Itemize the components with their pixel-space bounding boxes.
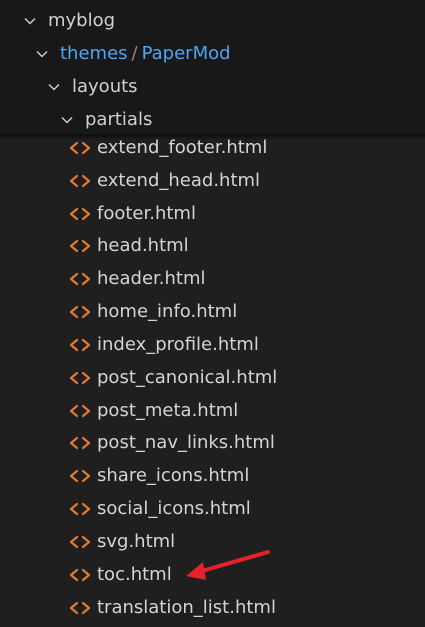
chevron-down-icon <box>46 79 62 95</box>
file-label: post_nav_links.html <box>97 431 275 453</box>
file-label: svg.html <box>97 530 176 552</box>
html-code-icon <box>68 271 92 287</box>
chevron-down-icon <box>34 46 50 62</box>
file-item-social-icons[interactable]: social_icons.html <box>0 492 425 525</box>
html-code-icon <box>68 600 92 616</box>
file-label: header.html <box>97 267 206 289</box>
html-code-icon <box>68 435 92 451</box>
file-item-head[interactable]: head.html <box>0 229 425 262</box>
file-label: post_canonical.html <box>97 366 278 388</box>
file-item-post-canonical[interactable]: post_canonical.html <box>0 361 425 394</box>
html-code-icon <box>68 534 92 550</box>
file-label: extend_head.html <box>97 169 261 191</box>
file-item-footer[interactable]: footer.html <box>0 197 425 230</box>
file-item-translation-list[interactable]: translation_list.html <box>0 591 425 624</box>
folder-themes-papermod[interactable]: themes / PaperMod <box>0 37 425 70</box>
compact-folder-separator: / <box>131 42 138 64</box>
file-label: toc.html <box>97 563 172 585</box>
html-code-icon <box>68 468 92 484</box>
folder-layouts[interactable]: layouts <box>0 70 425 103</box>
file-label: post_meta.html <box>97 399 239 421</box>
file-label: share_icons.html <box>97 464 250 486</box>
file-label: home_info.html <box>97 300 238 322</box>
html-code-icon <box>68 140 92 156</box>
html-code-icon <box>68 173 92 189</box>
folder-label-myblog: myblog <box>48 9 116 31</box>
file-label: index_profile.html <box>97 333 259 355</box>
file-item-post-nav-links[interactable]: post_nav_links.html <box>0 426 425 459</box>
file-item-home-info[interactable]: home_info.html <box>0 295 425 328</box>
compact-folder-themes[interactable]: themes <box>60 44 128 63</box>
html-code-icon <box>68 304 92 320</box>
html-code-icon <box>68 238 92 254</box>
chevron-down-icon <box>22 13 38 29</box>
file-explorer-tree: myblog themes / PaperMod layouts partial… <box>0 0 425 627</box>
file-item-svg[interactable]: svg.html <box>0 525 425 558</box>
chevron-down-icon <box>59 112 75 128</box>
file-item-extend-head[interactable]: extend_head.html <box>0 164 425 197</box>
html-code-icon <box>68 337 92 353</box>
html-code-icon <box>68 501 92 517</box>
html-code-icon <box>68 567 92 583</box>
compact-folder-papermod[interactable]: PaperMod <box>142 44 231 63</box>
folder-label-layouts: layouts <box>72 75 138 97</box>
file-label: social_icons.html <box>97 497 251 519</box>
html-code-icon <box>68 206 92 222</box>
folder-label-partials: partials <box>85 108 153 130</box>
html-code-icon <box>68 370 92 386</box>
file-item-index-profile[interactable]: index_profile.html <box>0 328 425 361</box>
html-code-icon <box>68 403 92 419</box>
folder-myblog[interactable]: myblog <box>0 4 425 37</box>
file-item-extend-footer[interactable]: extend_footer.html <box>0 131 425 164</box>
file-item-share-icons[interactable]: share_icons.html <box>0 459 425 492</box>
file-item-toc[interactable]: toc.html <box>0 558 425 591</box>
file-label: footer.html <box>97 202 196 224</box>
file-item-header[interactable]: header.html <box>0 262 425 295</box>
file-label: translation_list.html <box>97 596 276 618</box>
file-label: head.html <box>97 234 189 256</box>
file-label: extend_footer.html <box>97 136 268 158</box>
file-item-post-meta[interactable]: post_meta.html <box>0 394 425 427</box>
